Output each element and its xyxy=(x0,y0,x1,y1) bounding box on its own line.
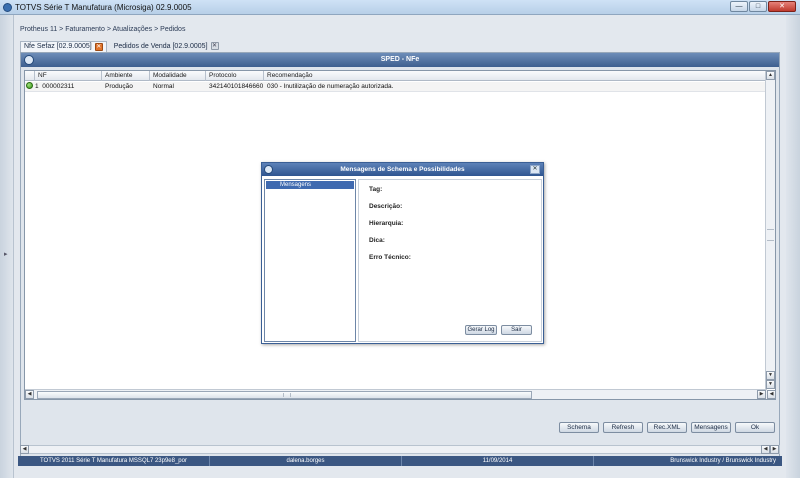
scroll-down-icon[interactable]: ▼ xyxy=(766,380,775,389)
refresh-button[interactable]: Refresh xyxy=(603,422,643,433)
tag-label: Tag: xyxy=(369,186,383,193)
window-title: TOTVS Série T Manufatura (Microsiga) 02.… xyxy=(15,3,192,12)
column-header-status xyxy=(25,71,35,81)
scroll-left-icon[interactable]: ◀ xyxy=(25,390,34,399)
status-date: 11/09/2014 xyxy=(402,456,594,466)
column-header-modalidade[interactable]: Modalidade xyxy=(150,71,206,81)
list-item[interactable]: Mensagens xyxy=(266,181,354,189)
cell-nf: 1 000002311 xyxy=(25,82,102,92)
right-strip xyxy=(786,15,800,478)
rec-xml-button[interactable]: Rec.XML xyxy=(647,422,687,433)
scroll-left-icon[interactable]: ◀ xyxy=(767,390,776,399)
minimize-button[interactable]: — xyxy=(730,1,748,12)
cell-nf-number: 000002311 xyxy=(42,83,75,90)
window-titlebar: TOTVS Série T Manufatura (Microsiga) 02.… xyxy=(0,0,800,15)
column-header-recomendacao[interactable]: Recomendação xyxy=(264,71,765,81)
mensagens-button[interactable]: Mensagens xyxy=(691,422,731,433)
close-window-button[interactable]: ✕ xyxy=(768,1,796,12)
cell-ambiente: Produção xyxy=(105,83,133,90)
window-controls: — □ ✕ xyxy=(730,1,796,12)
scroll-right-icon[interactable]: ▶ xyxy=(757,390,766,399)
scroll-down-icon[interactable]: ▼ xyxy=(766,371,775,380)
cell-recomendacao: 030 - Inutilização de numeração autoriza… xyxy=(267,83,394,90)
expand-arrow-icon[interactable]: ▸ xyxy=(4,250,8,258)
action-bar: Schema Refresh Rec.XML Mensagens Ok xyxy=(21,422,779,433)
tab-label: Nfe Sefaz [02.9.0005] xyxy=(24,43,92,50)
tab-label: Pedidos de Venda [02.9.0005] xyxy=(113,42,208,50)
gerar-log-button[interactable]: Gerar Log xyxy=(465,325,497,335)
horizontal-scrollbar[interactable]: ◀ ▶ xyxy=(25,389,767,399)
maximize-button[interactable]: □ xyxy=(749,1,767,12)
status-company: Brunswick Industry / Brunswick Industry xyxy=(670,458,776,464)
tab-nfe-sefaz[interactable]: Nfe Sefaz [02.9.0005] ✕ xyxy=(20,40,107,52)
scroll-left-icon[interactable]: ◀ xyxy=(761,445,770,454)
panel-title: SPED - NFe xyxy=(380,56,420,63)
scroll-right-icon[interactable]: ▶ xyxy=(770,445,779,454)
sair-button[interactable]: Sair xyxy=(501,325,532,335)
column-header-protocolo[interactable]: Protocolo xyxy=(206,71,264,81)
dialog-title: Mensagens de Schema e Possibilidades xyxy=(340,166,465,173)
table-row[interactable]: 1 000002311 Produção Normal 342140101846… xyxy=(25,82,765,92)
scroll-up-icon[interactable]: ▲ xyxy=(766,71,775,80)
column-header-nf[interactable]: NF xyxy=(35,71,102,81)
cell-serie: 1 xyxy=(35,83,39,90)
panel-header: SPED - NFe xyxy=(21,53,779,67)
scroll-left-icon[interactable]: ◀ xyxy=(20,445,29,454)
grid-header: NF Ambiente Modalidade Protocolo Recomen… xyxy=(25,71,765,81)
dica-label: Dica: xyxy=(369,237,385,244)
tab-strip: Nfe Sefaz [02.9.0005] ✕ Pedidos de Venda… xyxy=(20,40,222,52)
schema-messages-dialog: Mensagens de Schema e Possibilidades ✕ M… xyxy=(261,162,544,344)
app-icon xyxy=(3,3,12,12)
schema-button[interactable]: Schema xyxy=(559,422,599,433)
hierarquia-label: Hierarquia: xyxy=(369,220,404,227)
close-tab-icon[interactable]: ✕ xyxy=(94,42,103,51)
page-horizontal-scrollbar[interactable]: ◀ ◀ ▶ xyxy=(20,445,780,454)
breadcrumb: Protheus 11 > Faturamento > Atualizações… xyxy=(20,26,186,33)
vertical-scrollbar[interactable]: ▲ ▼ ▼ xyxy=(765,71,775,389)
message-details: Tag: Descrição: Hierarquia: Dica: Erro T… xyxy=(358,179,542,342)
status-ok-icon xyxy=(26,82,33,89)
descricao-label: Descrição: xyxy=(369,203,403,210)
close-tab-icon[interactable]: ✕ xyxy=(210,42,219,50)
left-collapse-strip[interactable]: ▸ xyxy=(0,15,14,478)
scroll-grip xyxy=(283,393,291,397)
status-environment: TOTVS 2011 Série T Manufatura MSSQL7 23p… xyxy=(18,456,210,466)
column-header-ambiente[interactable]: Ambiente xyxy=(102,71,150,81)
cell-modalidade: Normal xyxy=(153,83,174,90)
scroll-thumb[interactable] xyxy=(37,391,532,399)
close-icon[interactable]: ✕ xyxy=(530,165,540,174)
cell-protocolo: 342140101846660 xyxy=(209,83,264,90)
scroll-grip[interactable] xyxy=(767,229,774,241)
ok-button[interactable]: Ok xyxy=(735,422,775,433)
dialog-titlebar: Mensagens de Schema e Possibilidades ✕ xyxy=(262,163,543,176)
tab-pedidos-de-venda[interactable]: Pedidos de Venda [02.9.0005] ✕ xyxy=(111,41,222,52)
erro-tecnico-label: Erro Técnico: xyxy=(369,254,411,261)
status-bar: TOTVS 2011 Série T Manufatura MSSQL7 23p… xyxy=(18,456,782,466)
messages-list[interactable]: Mensagens xyxy=(264,179,356,342)
status-user: dalena.borges xyxy=(210,456,402,466)
